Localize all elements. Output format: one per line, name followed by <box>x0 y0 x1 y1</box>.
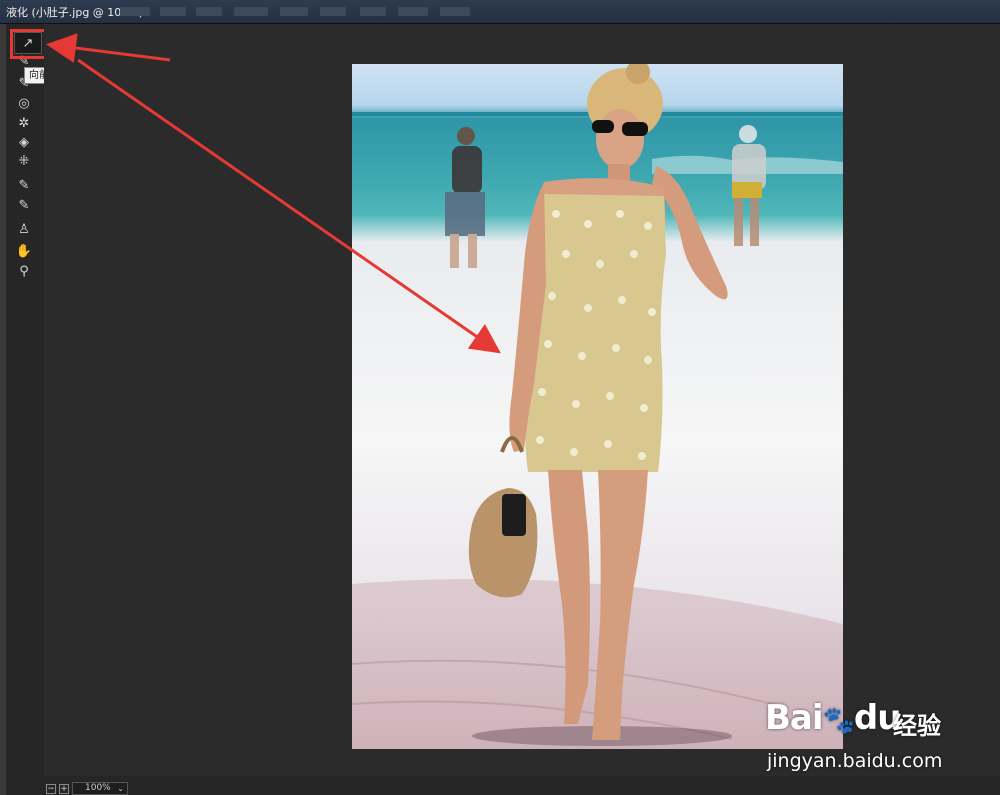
bloat-tool-icon[interactable]: ◈ <box>13 133 35 151</box>
panel-edge <box>0 24 6 795</box>
title-bar: 液化 (小肚子.jpg @ 100%) <box>0 0 1000 24</box>
chevron-down-icon: ⌄ <box>117 784 124 793</box>
watermark-chinese: 经验 <box>893 712 941 740</box>
pucker-tool-icon[interactable]: ✲ <box>13 114 35 132</box>
blurred-menu-item <box>234 7 268 16</box>
forward-warp-tool-icon[interactable]: ↗ <box>14 32 42 54</box>
watermark-url: jingyan.baidu.com <box>767 750 943 772</box>
blurred-menu-item <box>280 7 308 16</box>
baidu-watermark: Bai🐾du 经验 jingyan.baidu.com <box>765 688 995 788</box>
zoom-tool-icon[interactable]: ⚲ <box>13 262 35 280</box>
blurred-menu-item <box>196 7 222 16</box>
freeze-mask-tool-icon[interactable]: ✎ <box>13 176 35 194</box>
blurred-menu-item <box>398 7 428 16</box>
thaw-mask-tool-icon[interactable]: ✎ <box>13 196 35 214</box>
preview-image[interactable] <box>352 64 843 749</box>
blurred-menu-item <box>120 7 150 16</box>
background-person-right <box>732 125 766 246</box>
twirl-tool-icon[interactable]: ◎ <box>13 94 35 112</box>
background-person-left <box>445 127 485 268</box>
watermark-brand: Bai🐾du <box>765 698 901 738</box>
hand-tool-icon[interactable]: ✋ <box>13 242 35 260</box>
zoom-value: 100% <box>85 783 111 793</box>
zoom-select[interactable]: 100% ⌄ <box>72 782 128 795</box>
push-left-tool-icon[interactable]: ⁜ <box>13 152 35 170</box>
blurred-menu-item <box>440 7 470 16</box>
blurred-menu-item <box>160 7 186 16</box>
zoom-in-button[interactable]: + <box>59 784 69 794</box>
blurred-menu-item <box>360 7 386 16</box>
beach-photo-illustration <box>352 64 843 749</box>
face-tool-icon[interactable]: ♙ <box>13 220 35 238</box>
zoom-out-button[interactable]: − <box>46 784 56 794</box>
blurred-menu-item <box>320 7 346 16</box>
